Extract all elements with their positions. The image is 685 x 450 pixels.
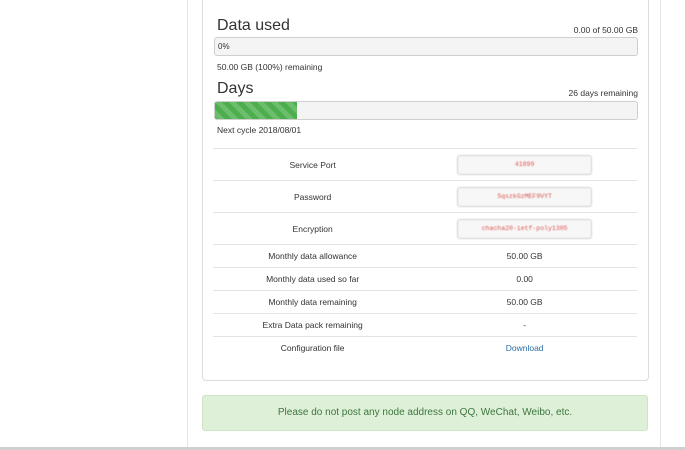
monthly-allowance-value: 50.00 GB [412, 244, 637, 268]
config-file-label: Configuration file [213, 336, 413, 360]
table-row: Monthly data remaining 50.00 GB [213, 290, 637, 314]
encryption-field[interactable]: chacha20-ietf-poly1305 [457, 218, 593, 239]
table-row: Password 5qszkGzMEF9VYT [213, 180, 637, 213]
service-port-field[interactable]: 41899 [457, 154, 593, 175]
data-used-title: Data used [217, 17, 290, 34]
account-details-table: Service Port 41899 Password 5qszkGzMEF9V… [213, 148, 637, 360]
days-progress-bar [214, 101, 638, 120]
table-row: Monthly data allowance 50.00 GB [213, 244, 637, 268]
account-usage-panel: Data used 0.00 of 50.00 GB 0% 50.00 GB (… [202, 0, 649, 381]
extra-pack-value: - [412, 313, 637, 337]
used-so-far-label: Monthly data used so far [213, 267, 413, 291]
table-row: Extra Data pack remaining - [213, 313, 637, 337]
data-remaining-text: 50.00 GB (100%) remaining [217, 62, 323, 72]
table-row: Configuration file Download [213, 336, 637, 360]
data-used-progress-bar: 0% [214, 37, 638, 56]
notice-alert: Please do not post any node address on Q… [202, 395, 648, 431]
table-row: Encryption chacha20-ietf-poly1305 [213, 212, 637, 245]
password-label: Password [213, 180, 413, 213]
data-used-progress-text: 0% [218, 42, 230, 51]
content-right-border [660, 0, 661, 450]
table-row: Service Port 41899 [213, 148, 637, 181]
service-port-label: Service Port [213, 148, 413, 181]
monthly-remaining-value: 50.00 GB [412, 290, 637, 314]
download-config-link[interactable]: Download [506, 343, 544, 353]
days-summary: 26 days remaining [568, 88, 638, 98]
data-used-summary: 0.00 of 50.00 GB [573, 25, 638, 35]
table-row: Monthly data used so far 0.00 [213, 267, 637, 291]
monthly-allowance-label: Monthly data allowance [213, 244, 413, 268]
days-title: Days [217, 80, 254, 97]
next-cycle-text: Next cycle 2018/08/01 [217, 125, 302, 135]
encryption-label: Encryption [213, 212, 413, 245]
days-progress-fill [215, 102, 298, 119]
used-so-far-value: 0.00 [412, 267, 637, 291]
extra-pack-label: Extra Data pack remaining [213, 313, 413, 337]
sidebar-divider [187, 0, 188, 450]
password-field[interactable]: 5qszkGzMEF9VYT [457, 186, 593, 207]
monthly-remaining-label: Monthly data remaining [213, 290, 413, 314]
